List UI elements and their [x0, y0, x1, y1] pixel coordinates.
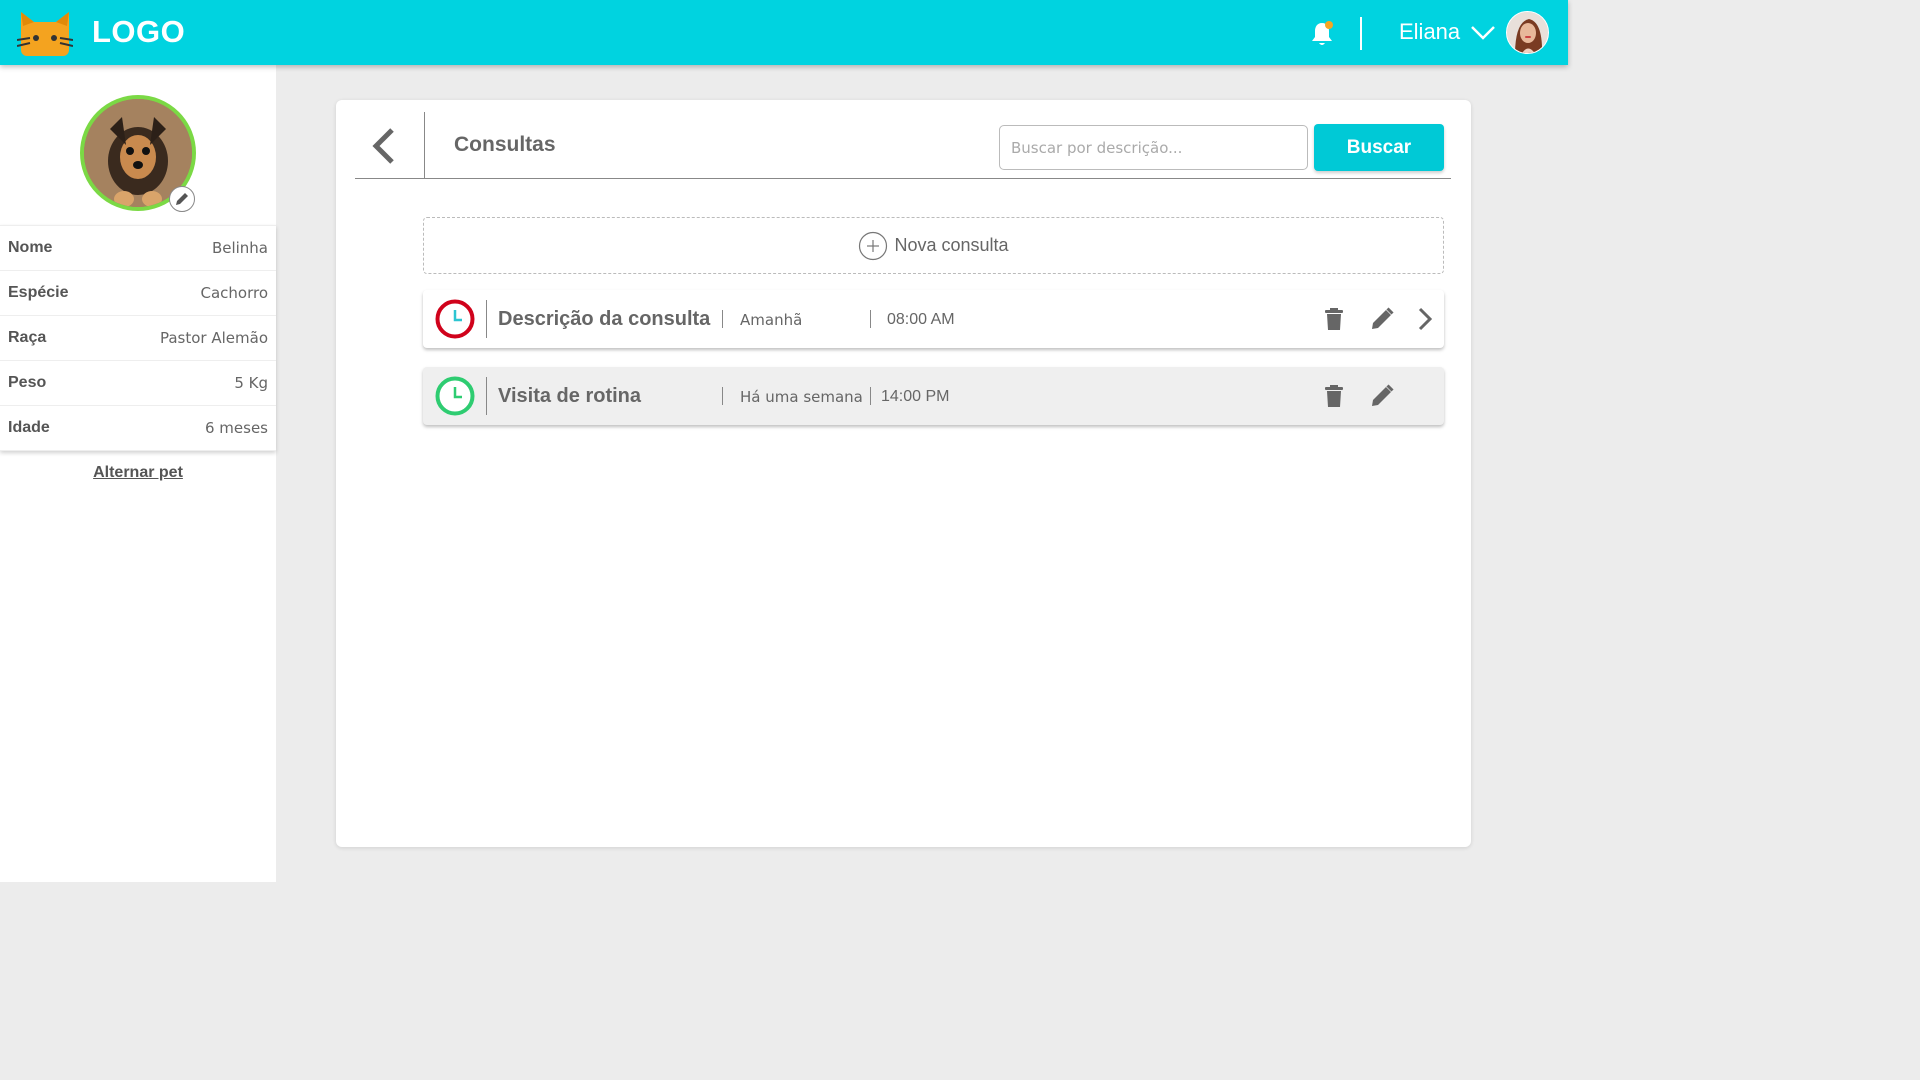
chevron-right-icon[interactable] — [1412, 306, 1438, 332]
new-consultation-label: Nova consulta — [894, 235, 1009, 255]
info-value: 5 Kg — [234, 374, 268, 392]
add-circle-icon — [859, 231, 888, 260]
consultation-description: Descrição da consulta — [498, 308, 711, 330]
top-header: LOGO Eliana — [0, 0, 1568, 65]
info-label: Espécie — [8, 284, 69, 301]
info-row-idade: Idade 6 meses — [0, 406, 276, 451]
trash-icon[interactable] — [1321, 383, 1347, 409]
consultation-row[interactable]: Descrição da consulta Amanhã 08:00 AM — [423, 290, 1444, 348]
info-label: Idade — [8, 419, 50, 436]
cat-logo-icon[interactable] — [17, 8, 73, 56]
consultation-time: 08:00 AM — [887, 311, 955, 328]
row-separator — [722, 310, 723, 328]
header-underline — [355, 178, 1451, 179]
info-label: Raça — [8, 329, 47, 346]
clock-pending-icon — [435, 299, 475, 339]
info-row-raca: Raça Pastor Alemão — [0, 316, 276, 361]
pet-info-table: Nome Belinha Espécie Cachorro Raça Pasto… — [0, 225, 276, 451]
info-row-peso: Peso 5 Kg — [0, 361, 276, 406]
info-label: Peso — [8, 374, 47, 391]
switch-pet-link[interactable]: Alternar pet — [0, 464, 276, 482]
row-divider — [486, 300, 487, 338]
row-separator — [722, 387, 723, 405]
notification-bell-icon[interactable] — [1309, 20, 1335, 48]
search-button[interactable]: Buscar — [1314, 124, 1444, 171]
row-divider — [486, 377, 487, 415]
consultation-date: Há uma semana — [740, 388, 863, 406]
user-avatar[interactable] — [1506, 11, 1549, 54]
info-row-especie: Espécie Cachorro — [0, 271, 276, 316]
info-value: Pastor Alemão — [159, 329, 268, 347]
consultation-time: 14:00 PM — [881, 388, 950, 405]
back-arrow-icon[interactable] — [366, 124, 402, 168]
consultation-description: Visita de rotina — [498, 385, 642, 407]
user-photo-icon — [1507, 12, 1548, 53]
info-value: 6 meses — [204, 419, 268, 437]
pencil-icon[interactable] — [1369, 383, 1395, 409]
consultation-row[interactable]: Visita de rotina Há uma semana 14:00 PM — [423, 367, 1444, 425]
pencil-icon — [176, 193, 188, 205]
clock-done-icon — [435, 376, 475, 416]
consultations-card: Consultas Buscar Nova consulta Descrição… — [336, 100, 1471, 847]
user-name[interactable]: Eliana — [1399, 19, 1460, 45]
edit-photo-button[interactable] — [169, 186, 195, 212]
info-row-nome: Nome Belinha — [0, 226, 276, 271]
header-divider — [1360, 17, 1362, 50]
chevron-down-icon[interactable] — [1470, 22, 1496, 42]
new-consultation-button[interactable]: Nova consulta — [423, 217, 1444, 274]
search-input[interactable] — [999, 125, 1308, 170]
row-separator — [870, 387, 871, 405]
title-divider — [424, 112, 425, 178]
info-value: Belinha — [211, 239, 268, 257]
info-value: Cachorro — [200, 284, 268, 302]
pencil-icon[interactable] — [1369, 306, 1395, 332]
row-separator — [870, 310, 871, 328]
info-label: Nome — [8, 239, 53, 256]
pet-sidebar: Nome Belinha Espécie Cachorro Raça Pasto… — [0, 65, 276, 882]
logo-text[interactable]: LOGO — [92, 14, 185, 50]
consultation-date: Amanhã — [740, 311, 803, 329]
page-title: Consultas — [454, 133, 556, 156]
trash-icon[interactable] — [1321, 306, 1347, 332]
